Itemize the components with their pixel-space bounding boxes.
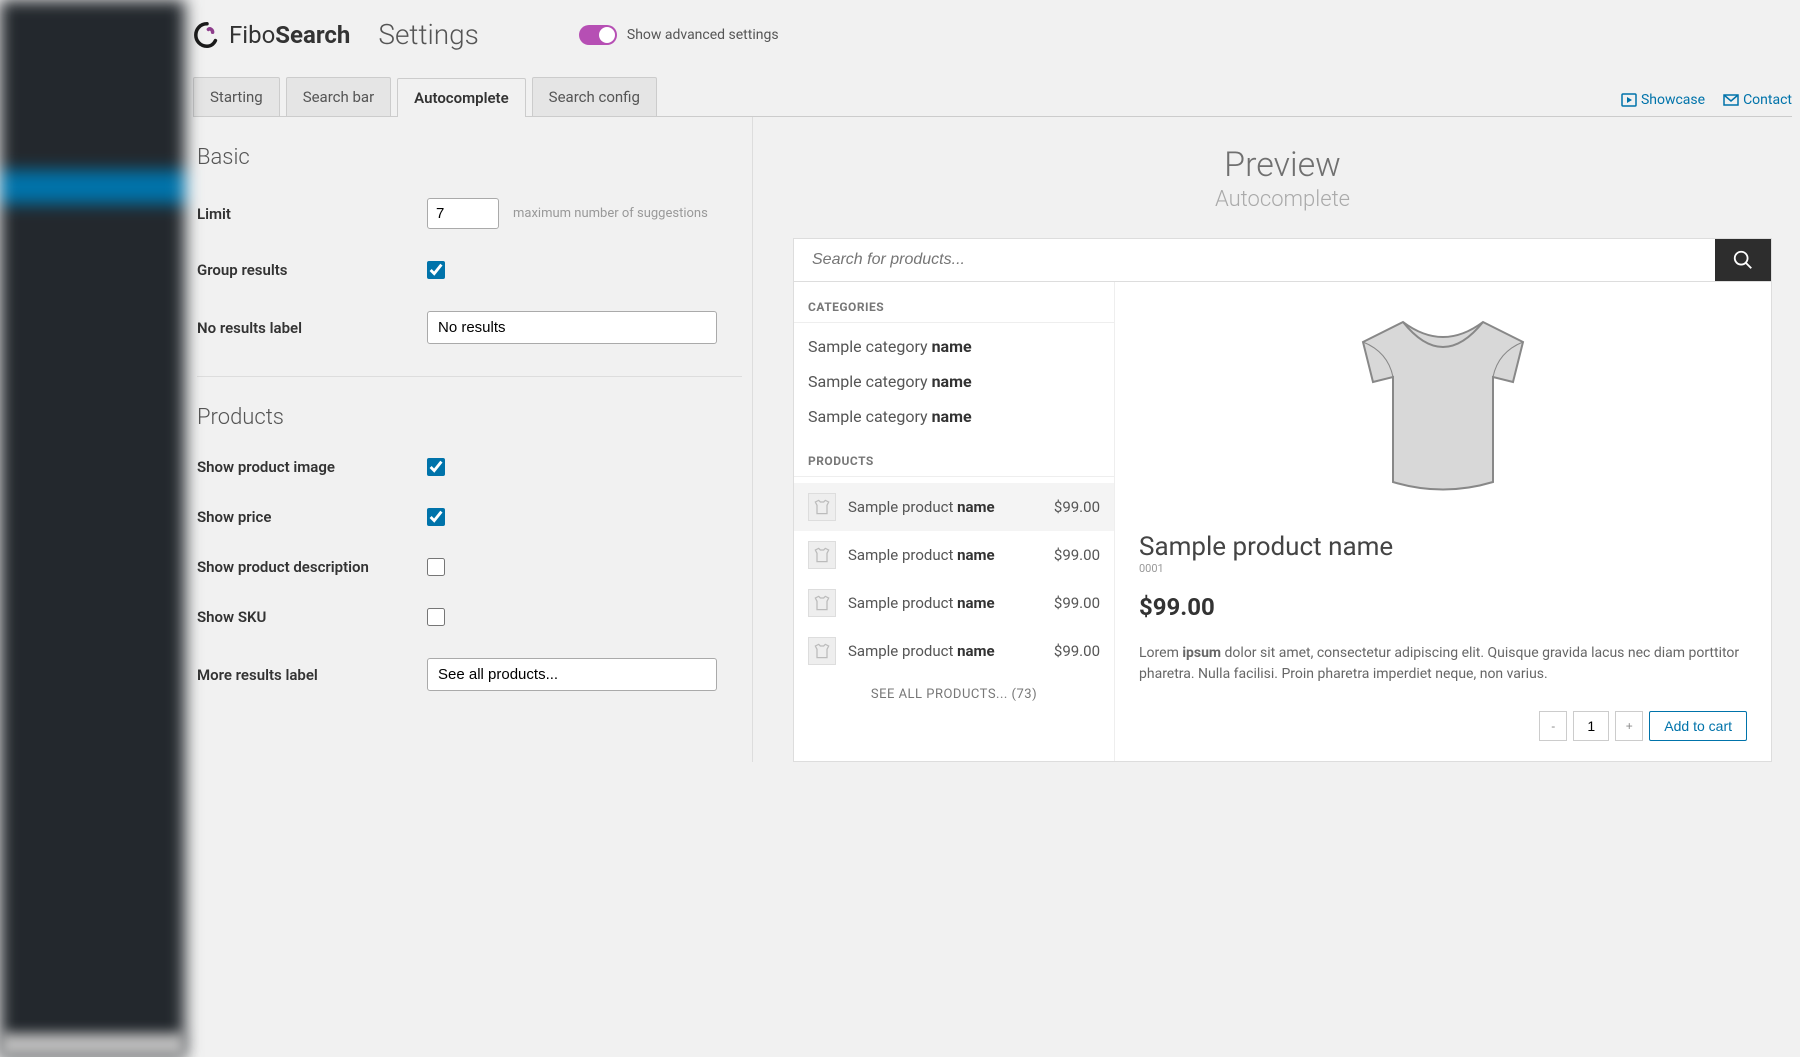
tab-search-bar[interactable]: Search bar xyxy=(286,77,391,116)
advanced-toggle-label: Show advanced settings xyxy=(627,27,779,43)
detail-image xyxy=(1333,302,1553,502)
see-all-products[interactable]: SEE ALL PRODUCTS... (73) xyxy=(794,675,1114,714)
products-heading: PRODUCTS xyxy=(794,450,1114,477)
show-desc-checkbox[interactable] xyxy=(427,558,445,576)
tabs: Starting Search bar Autocomplete Search … xyxy=(193,77,657,116)
product-price: $99.00 xyxy=(1054,642,1100,660)
product-item[interactable]: Sample product name $99.00 xyxy=(794,531,1114,579)
product-price: $99.00 xyxy=(1054,546,1100,564)
tshirt-icon xyxy=(812,497,832,517)
results-panel: CATEGORIES Sample category name Sample c… xyxy=(793,282,1772,762)
product-name: Sample product name xyxy=(848,546,1042,564)
divider xyxy=(197,376,742,377)
product-price: $99.00 xyxy=(1054,498,1100,516)
qty-input[interactable] xyxy=(1573,711,1609,741)
main-content: FiboSearch Settings Show advanced settin… xyxy=(185,0,1800,1057)
more-results-input[interactable] xyxy=(427,658,717,691)
show-image-label: Show product image xyxy=(197,458,427,476)
qty-decrease-button[interactable]: - xyxy=(1539,711,1567,741)
product-name: Sample product name xyxy=(848,642,1042,660)
product-thumb xyxy=(808,493,836,521)
category-item[interactable]: Sample category name xyxy=(794,329,1114,364)
more-results-label-label: More results label xyxy=(197,666,427,684)
product-name: Sample product name xyxy=(848,594,1042,612)
page-title: Settings xyxy=(378,18,479,51)
showcase-icon xyxy=(1621,93,1637,107)
wp-admin-sidebar xyxy=(0,0,185,1057)
show-sku-checkbox[interactable] xyxy=(427,608,445,626)
limit-hint: maximum number of suggestions xyxy=(513,206,708,221)
product-thumb xyxy=(808,637,836,665)
tshirt-icon xyxy=(812,593,832,613)
showcase-link[interactable]: Showcase xyxy=(1621,92,1705,108)
limit-label: Limit xyxy=(197,205,427,223)
preview-search-bar xyxy=(793,238,1772,282)
settings-column: Basic Limit maximum number of suggestion… xyxy=(193,117,753,762)
tab-starting[interactable]: Starting xyxy=(193,77,280,116)
preview-title: Preview xyxy=(793,145,1772,185)
show-sku-label: Show SKU xyxy=(197,608,427,626)
group-results-label: Group results xyxy=(197,261,427,279)
preview-search-button[interactable] xyxy=(1715,239,1771,281)
section-basic: Basic xyxy=(197,145,742,170)
tshirt-large-icon xyxy=(1333,302,1553,502)
product-item[interactable]: Sample product name $99.00 xyxy=(794,483,1114,531)
blur-overlay xyxy=(0,1033,185,1057)
show-image-checkbox[interactable] xyxy=(427,458,445,476)
header: FiboSearch Settings Show advanced settin… xyxy=(193,0,1792,77)
show-desc-label: Show product description xyxy=(197,558,427,576)
product-thumb xyxy=(808,541,836,569)
advanced-toggle[interactable] xyxy=(579,25,617,45)
product-item[interactable]: Sample product name $99.00 xyxy=(794,579,1114,627)
contact-link[interactable]: Contact xyxy=(1723,92,1792,108)
product-item[interactable]: Sample product name $99.00 xyxy=(794,627,1114,675)
advanced-toggle-wrap: Show advanced settings xyxy=(579,25,779,45)
categories-heading: CATEGORIES xyxy=(794,296,1114,323)
detail-price: $99.00 xyxy=(1139,593,1747,621)
no-results-label-label: No results label xyxy=(197,319,427,337)
add-to-cart-button[interactable]: Add to cart xyxy=(1649,711,1747,741)
no-results-input[interactable] xyxy=(427,311,717,344)
search-icon xyxy=(1732,249,1754,271)
fibosearch-logo-icon xyxy=(193,21,221,49)
tshirt-icon xyxy=(812,641,832,661)
preview-search-input[interactable] xyxy=(794,239,1715,281)
tshirt-icon xyxy=(812,545,832,565)
logo-text: FiboSearch xyxy=(229,21,350,49)
logo: FiboSearch xyxy=(193,21,350,49)
detail-title: Sample product name xyxy=(1139,532,1747,562)
show-price-checkbox[interactable] xyxy=(427,508,445,526)
category-item[interactable]: Sample category name xyxy=(794,364,1114,399)
qty-increase-button[interactable]: + xyxy=(1615,711,1643,741)
tab-search-config[interactable]: Search config xyxy=(532,77,657,116)
tab-autocomplete[interactable]: Autocomplete xyxy=(397,78,526,117)
product-name: Sample product name xyxy=(848,498,1042,516)
group-results-checkbox[interactable] xyxy=(427,261,445,279)
product-detail: Sample product name 0001 $99.00 Lorem ip… xyxy=(1114,282,1771,761)
preview-column: Preview Autocomplete CATEGORIES Sample c… xyxy=(753,117,1792,762)
detail-sku: 0001 xyxy=(1139,562,1747,575)
product-thumb xyxy=(808,589,836,617)
mail-icon xyxy=(1723,93,1739,107)
category-item[interactable]: Sample category name xyxy=(794,399,1114,434)
limit-input[interactable] xyxy=(427,198,499,229)
product-price: $99.00 xyxy=(1054,594,1100,612)
section-products: Products xyxy=(197,405,742,430)
show-price-label: Show price xyxy=(197,508,427,526)
detail-description: Lorem ipsum dolor sit amet, consectetur … xyxy=(1139,643,1747,685)
preview-subtitle: Autocomplete xyxy=(793,187,1772,212)
